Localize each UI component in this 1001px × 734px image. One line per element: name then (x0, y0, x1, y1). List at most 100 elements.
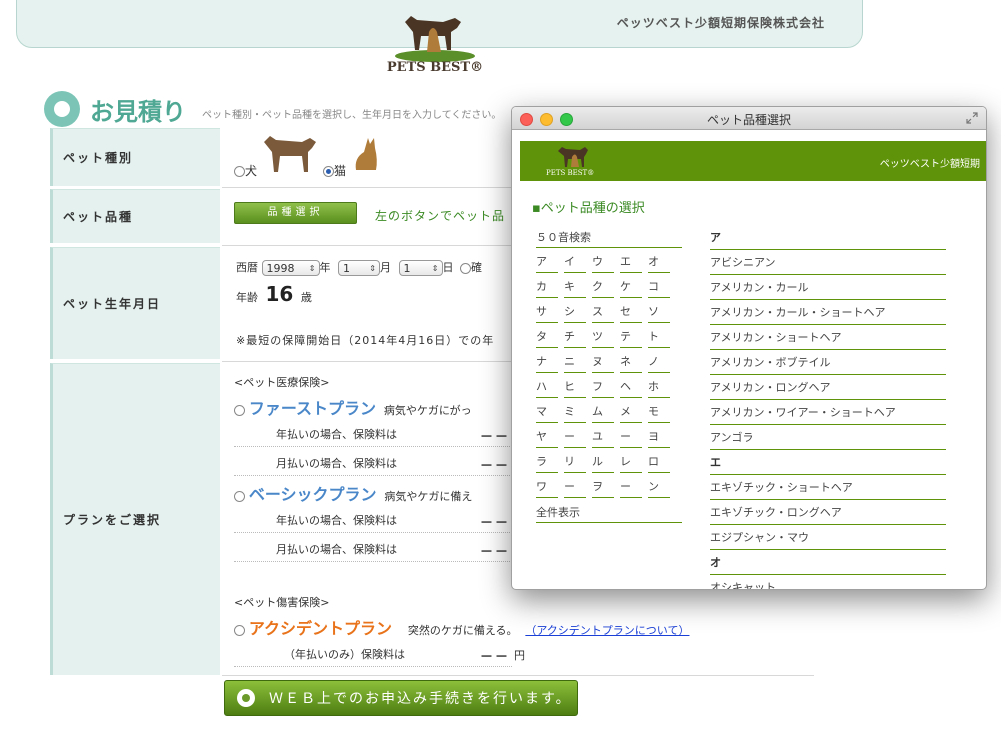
label-plan: プランをご選択 (50, 363, 220, 675)
kana-link[interactable]: ラ (536, 453, 558, 473)
day-select[interactable]: 1 ⇕ (398, 260, 443, 276)
breed-item[interactable]: オシキャット (710, 579, 946, 589)
breed-item[interactable]: アンゴラ (710, 429, 946, 450)
kana-link[interactable]: ヘ (620, 378, 642, 398)
show-all-link[interactable]: 全件表示 (536, 504, 682, 523)
first-plan[interactable]: ファーストプラン 病気やケガにがっ (234, 395, 472, 419)
kana-link[interactable]: ニ (564, 353, 586, 373)
kana-row: アイウエオ (536, 253, 676, 278)
kana-link[interactable]: ル (592, 453, 614, 473)
kana-link[interactable]: レ (620, 453, 642, 473)
breed-item[interactable]: エキゾチック・ショートヘア (710, 479, 946, 500)
kana-link[interactable]: カ (536, 278, 558, 298)
breed-item[interactable]: アメリカン・ボブテイル (710, 354, 946, 375)
pet-type-dog[interactable]: 犬 (234, 162, 257, 179)
window-title: ペット品種選択 (706, 113, 791, 127)
kana-link[interactable]: フ (592, 378, 614, 398)
breed-item[interactable]: アメリカン・ワイアー・ショートヘア (710, 404, 946, 425)
kana-link[interactable]: キ (564, 278, 586, 298)
kana-link[interactable]: ク (592, 278, 614, 298)
breed-item[interactable]: アメリカン・カール (710, 279, 946, 300)
kana-link[interactable]: ン (648, 478, 670, 498)
breed-item[interactable]: アメリカン・ロングヘア (710, 379, 946, 400)
kana-link[interactable]: オ (648, 253, 670, 273)
cat-radio[interactable] (323, 166, 334, 177)
kana-link[interactable]: ー (620, 428, 642, 448)
dog-cat-logo-icon (395, 16, 475, 62)
accident-plan-link[interactable]: （アクシデントプランについて） (525, 624, 689, 637)
premium-value: －－ (480, 430, 511, 445)
accident-plan[interactable]: アクシデントプラン 突然のケガに備える。 （アクシデントプランについて） (234, 615, 689, 639)
kana-link[interactable]: ト (648, 328, 670, 348)
kana-link[interactable]: ホ (648, 378, 670, 398)
kana-link[interactable]: ユ (592, 428, 614, 448)
kana-link[interactable]: ヨ (648, 428, 670, 448)
kana-link[interactable]: ツ (592, 328, 614, 348)
year-unit: 年 (319, 261, 331, 274)
kana-link[interactable]: ケ (620, 278, 642, 298)
breed-item[interactable]: エジプシャン・マウ (710, 529, 946, 550)
start-date-note: ※最短の保障開始日（2014年4月16日）での年 (236, 334, 495, 347)
medical-heading: <ペット医療保険> (234, 376, 330, 389)
modal-header-bar: PETS BEST® ペッツベスト少額短期 (520, 141, 986, 181)
kana-link[interactable]: エ (620, 253, 642, 273)
kana-link[interactable]: シ (564, 303, 586, 323)
accident-plan-radio[interactable] (234, 625, 245, 636)
kana-link[interactable]: タ (536, 328, 558, 348)
kana-link[interactable]: ヤ (536, 428, 558, 448)
kana-link[interactable]: ス (592, 303, 614, 323)
kana-link[interactable]: サ (536, 303, 558, 323)
kana-link[interactable]: ヲ (592, 478, 614, 498)
apply-web-button[interactable]: ＷＥＢ上でのお申込み手続きを行います。 (224, 680, 578, 716)
kana-link[interactable]: ー (564, 478, 586, 498)
kana-link[interactable]: ミ (564, 403, 586, 423)
kana-link[interactable]: ワ (536, 478, 558, 498)
basic-plan[interactable]: ベーシックプラン 病気やケガに備え (234, 481, 472, 505)
kana-link[interactable]: ー (620, 478, 642, 498)
kana-link[interactable]: ー (564, 428, 586, 448)
breed-item[interactable]: アメリカン・ショートヘア (710, 329, 946, 350)
kana-link[interactable]: ネ (620, 353, 642, 373)
kana-link[interactable]: ナ (536, 353, 558, 373)
kana-link[interactable]: ハ (536, 378, 558, 398)
premium-value: －－ (480, 650, 511, 665)
basic-plan-radio[interactable] (234, 491, 245, 502)
confirm-radio[interactable] (460, 262, 471, 274)
kana-link[interactable]: ロ (648, 453, 670, 473)
label-pet-type: ペット種別 (50, 128, 220, 186)
kana-link[interactable]: ノ (648, 353, 670, 373)
cat-label: 猫 (334, 164, 347, 178)
kana-link[interactable]: ム (592, 403, 614, 423)
dog-label: 犬 (245, 164, 258, 178)
pet-type-cat[interactable]: 猫 (323, 162, 346, 179)
basic-plan-desc: 病気やケガに備え (384, 490, 473, 503)
kana-search-heading: ５０音検索 (536, 229, 682, 248)
month-select[interactable]: 1 ⇕ (338, 260, 380, 276)
first-plan-radio[interactable] (234, 405, 245, 416)
dog-radio[interactable] (234, 166, 245, 177)
fullscreen-icon[interactable] (966, 112, 978, 124)
kana-link[interactable]: イ (564, 253, 586, 273)
basic-plan-name: ベーシックプラン (248, 485, 377, 504)
kana-link[interactable]: テ (620, 328, 642, 348)
window-titlebar[interactable]: ペット品種選択 (512, 107, 986, 130)
breed-item[interactable]: アビシニアン (710, 254, 946, 275)
breed-item[interactable]: エキゾチック・ロングヘア (710, 504, 946, 525)
kana-link[interactable]: コ (648, 278, 670, 298)
pets-best-logo[interactable]: PETS BEST® (385, 2, 485, 78)
kana-link[interactable]: ア (536, 253, 558, 273)
kana-link[interactable]: ウ (592, 253, 614, 273)
kana-link[interactable]: ヌ (592, 353, 614, 373)
kana-link[interactable]: ヒ (564, 378, 586, 398)
kana-link[interactable]: モ (648, 403, 670, 423)
kana-link[interactable]: ソ (648, 303, 670, 323)
year-select[interactable]: 1998 ⇕ (261, 260, 320, 276)
kana-link[interactable]: マ (536, 403, 558, 423)
breed-item[interactable]: アメリカン・カール・ショートヘア (710, 304, 946, 325)
breed-select-button[interactable]: 品種選択 (234, 202, 357, 224)
kana-link[interactable]: リ (564, 453, 586, 473)
breed-group-heading: オ (710, 554, 946, 575)
kana-link[interactable]: メ (620, 403, 642, 423)
kana-link[interactable]: チ (564, 328, 586, 348)
kana-link[interactable]: セ (620, 303, 642, 323)
